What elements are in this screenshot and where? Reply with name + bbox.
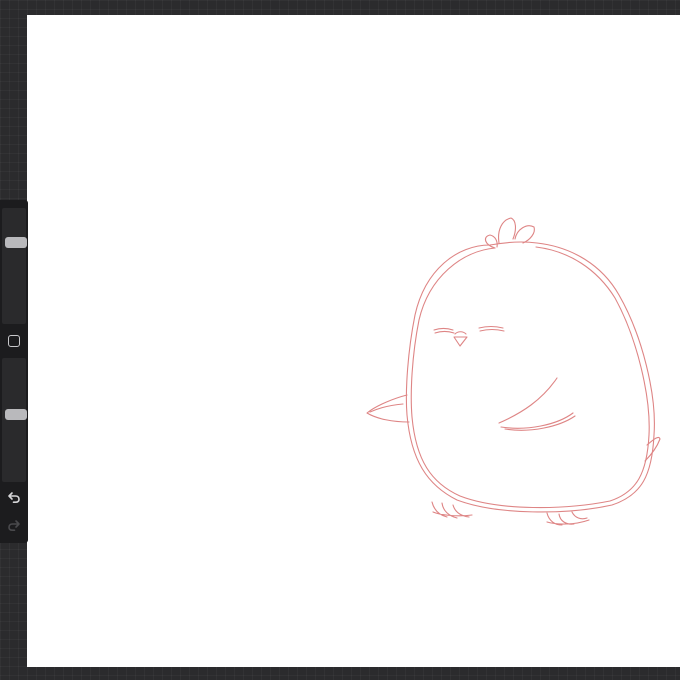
tuft-right	[514, 225, 535, 244]
left-eye-lash	[434, 330, 455, 334]
right-wing-lower	[500, 412, 574, 429]
brush-size-slider[interactable]	[2, 208, 27, 324]
opacity-slider-thumb[interactable]	[5, 409, 27, 420]
modify-button[interactable]	[8, 335, 20, 347]
sketch-strokes	[366, 217, 661, 526]
body-outline	[405, 241, 655, 513]
redo-button[interactable]	[7, 518, 21, 532]
brush-size-slider-thumb[interactable]	[5, 237, 27, 248]
undo-button[interactable]	[7, 490, 21, 504]
undo-icon	[8, 492, 20, 503]
chick-sketch	[366, 217, 661, 526]
right-eye-lash	[479, 328, 505, 332]
left-foot	[431, 501, 473, 519]
redo-icon	[8, 520, 20, 531]
right-eye	[478, 325, 504, 329]
beak-top	[454, 331, 467, 335]
tuft-left	[484, 234, 498, 249]
left-eye	[433, 327, 454, 331]
right-wing	[498, 377, 558, 424]
right-foot	[546, 511, 590, 526]
drawing-canvas[interactable]	[27, 15, 680, 667]
opacity-slider[interactable]	[2, 358, 27, 482]
tuft-middle	[498, 217, 516, 244]
left-wing	[366, 394, 410, 423]
beak	[453, 336, 468, 347]
sidebar	[0, 200, 28, 543]
